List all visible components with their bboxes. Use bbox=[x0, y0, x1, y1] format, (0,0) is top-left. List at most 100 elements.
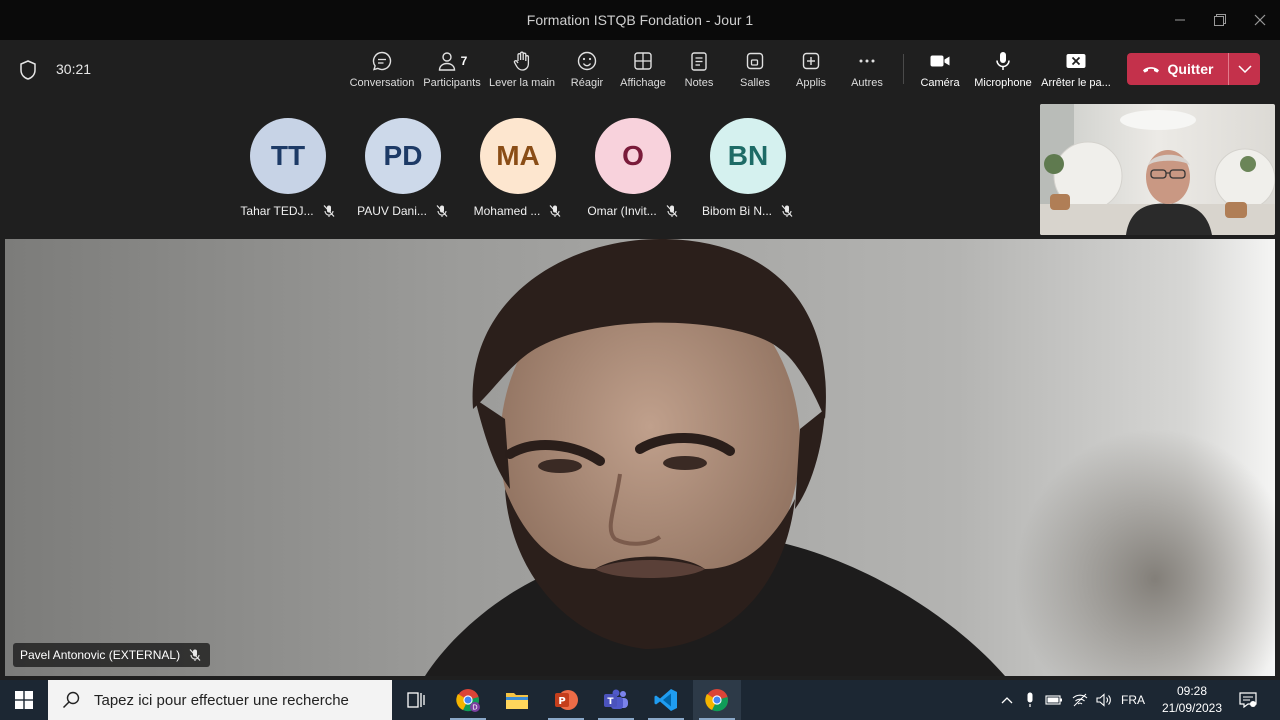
title-bar: Formation ISTQB Fondation - Jour 1 bbox=[0, 0, 1280, 40]
add-app-icon bbox=[802, 52, 820, 70]
chevron-down-icon bbox=[1237, 65, 1252, 73]
conversation-button[interactable]: Conversation bbox=[350, 48, 414, 96]
vscode-icon bbox=[654, 689, 677, 711]
microphone-icon bbox=[1027, 692, 1033, 707]
breakout-rooms-icon bbox=[746, 52, 764, 70]
svg-text:P: P bbox=[558, 696, 565, 707]
avatar: MA bbox=[480, 118, 556, 194]
clock-date: 21/09/2023 bbox=[1161, 701, 1223, 715]
restore-icon bbox=[1214, 14, 1226, 26]
participants-count: 7 bbox=[460, 54, 468, 68]
notification-icon bbox=[1239, 692, 1257, 708]
leave-label: Quitter bbox=[1167, 61, 1214, 77]
teams-icon: T bbox=[604, 689, 628, 709]
microphone-button[interactable]: Microphone bbox=[972, 48, 1034, 96]
toolbar-divider bbox=[903, 54, 904, 84]
window-controls bbox=[1160, 0, 1280, 40]
battery-plug-icon bbox=[1045, 695, 1062, 705]
participant-tile[interactable]: O Omar (Invit... bbox=[578, 118, 688, 218]
mic-muted-icon bbox=[436, 205, 448, 217]
rooms-label: Salles bbox=[740, 77, 770, 89]
conversation-label: Conversation bbox=[349, 77, 415, 89]
participant-tile[interactable]: TT Tahar TEDJ... bbox=[233, 118, 343, 218]
chrome-icon: D bbox=[456, 689, 480, 712]
hand-icon bbox=[513, 51, 530, 71]
speaker-video-image bbox=[5, 239, 1275, 676]
avatar: TT bbox=[250, 118, 326, 194]
chevron-up-icon bbox=[1001, 697, 1013, 704]
raise-hand-button[interactable]: Lever la main bbox=[489, 48, 555, 96]
microphone-icon bbox=[996, 52, 1010, 70]
avatar: O bbox=[595, 118, 671, 194]
participants-button[interactable]: 7 Participants bbox=[422, 48, 482, 96]
svg-text:T: T bbox=[607, 697, 614, 707]
microphone-tray-button[interactable] bbox=[1020, 680, 1040, 720]
participants-label: Participants bbox=[423, 77, 481, 89]
avatar: PD bbox=[365, 118, 441, 194]
self-video-preview[interactable] bbox=[1040, 104, 1275, 235]
react-button[interactable]: Réagir bbox=[566, 48, 608, 96]
restore-button[interactable] bbox=[1200, 0, 1240, 40]
notes-label: Notes bbox=[684, 77, 714, 89]
chrome-taskbar-app[interactable] bbox=[693, 680, 741, 720]
more-button[interactable]: Autres bbox=[848, 48, 886, 96]
powerpoint-taskbar-app[interactable]: P bbox=[542, 680, 590, 720]
chrome-profile-taskbar-app[interactable]: D bbox=[444, 680, 492, 720]
avatar-initials: TT bbox=[270, 140, 306, 171]
camera-button[interactable]: Caméra bbox=[918, 48, 962, 96]
layout-icon bbox=[634, 52, 652, 70]
avatar: BN bbox=[710, 118, 786, 194]
smiley-icon bbox=[577, 51, 597, 71]
minimize-icon bbox=[1175, 19, 1185, 21]
notes-button[interactable]: Notes bbox=[680, 48, 718, 96]
speaker-name-tag: Pavel Antonovic (EXTERNAL) bbox=[13, 643, 211, 667]
close-window-button[interactable] bbox=[1240, 0, 1280, 40]
participant-tile[interactable]: BN Bibom Bi N... bbox=[693, 118, 803, 218]
windows-taskbar: Tapez ici pour effectuer une recherche D… bbox=[0, 680, 1280, 720]
file-explorer-taskbar-app[interactable] bbox=[493, 680, 541, 720]
svg-text:D: D bbox=[472, 704, 477, 712]
apps-button[interactable]: Applis bbox=[792, 48, 830, 96]
mic-muted-icon bbox=[189, 649, 201, 661]
windows-logo-icon bbox=[15, 691, 33, 709]
window-title: Formation ISTQB Fondation - Jour 1 bbox=[526, 12, 754, 28]
wifi-tray-button[interactable] bbox=[1069, 680, 1091, 720]
show-hidden-icons-button[interactable] bbox=[996, 680, 1018, 720]
participant-name: Mohamed ... bbox=[473, 204, 541, 218]
view-label: Affichage bbox=[620, 77, 666, 89]
mic-muted-icon bbox=[781, 205, 793, 217]
hang-up-icon bbox=[1142, 67, 1159, 73]
stop-sharing-button[interactable]: Arrêter le pa... bbox=[1040, 48, 1112, 96]
leave-button[interactable]: Quitter bbox=[1127, 53, 1228, 85]
participant-tile[interactable]: MA Mohamed ... bbox=[463, 118, 573, 218]
language-indicator: FRA bbox=[1121, 693, 1145, 707]
minimize-button[interactable] bbox=[1160, 0, 1200, 40]
task-view-button[interactable] bbox=[392, 680, 440, 720]
taskbar-clock[interactable]: 09:28 21/09/2023 bbox=[1152, 683, 1232, 717]
self-video-image bbox=[1040, 104, 1275, 235]
mic-muted-icon bbox=[666, 205, 678, 217]
vscode-taskbar-app[interactable] bbox=[642, 680, 690, 720]
participant-tile[interactable]: PD PAUV Dani... bbox=[348, 118, 458, 218]
notification-center-button[interactable] bbox=[1234, 680, 1262, 720]
start-button[interactable] bbox=[0, 680, 48, 720]
avatar-initials: BN bbox=[727, 140, 769, 171]
search-placeholder: Tapez ici pour effectuer une recherche bbox=[94, 691, 349, 709]
battery-tray-button[interactable] bbox=[1043, 680, 1065, 720]
mic-muted-icon bbox=[549, 205, 561, 217]
powerpoint-icon: P bbox=[555, 690, 578, 710]
participant-name: Tahar TEDJ... bbox=[240, 204, 314, 218]
raise-hand-label: Lever la main bbox=[488, 77, 556, 89]
view-button[interactable]: Affichage bbox=[616, 48, 670, 96]
teams-taskbar-app[interactable]: T bbox=[592, 680, 640, 720]
main-speaker-video[interactable] bbox=[5, 239, 1275, 676]
taskbar-search-box[interactable]: Tapez ici pour effectuer une recherche bbox=[48, 680, 392, 720]
shield-icon[interactable] bbox=[18, 59, 38, 81]
camera-label: Caméra bbox=[920, 77, 960, 89]
leave-options-button[interactable] bbox=[1229, 53, 1260, 85]
volume-tray-button[interactable] bbox=[1093, 680, 1115, 720]
rooms-button[interactable]: Salles bbox=[736, 48, 774, 96]
mic-muted-icon bbox=[323, 205, 335, 217]
input-language-button[interactable]: FRA bbox=[1118, 680, 1148, 720]
apps-label: Applis bbox=[796, 77, 826, 89]
